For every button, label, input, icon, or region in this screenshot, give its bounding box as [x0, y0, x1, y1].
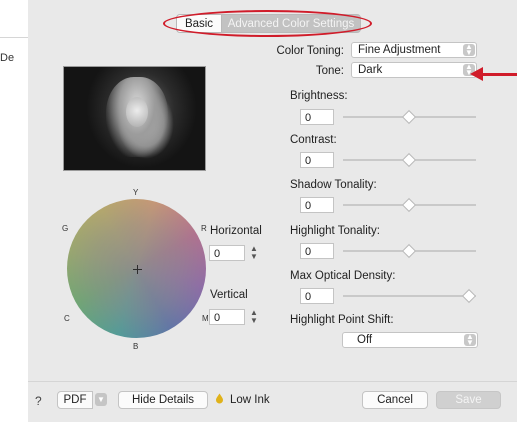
color-toning-popup[interactable]: Fine Adjustment ▲ ▼ [351, 42, 477, 58]
shadow-tonality-label: Shadow Tonality: [290, 179, 377, 191]
pdf-button[interactable]: PDF [57, 391, 93, 409]
max-optical-density-input[interactable]: 0 [300, 288, 334, 304]
highlight-point-shift-label: Highlight Point Shift: [290, 314, 394, 326]
ink-warning-icon [216, 393, 223, 404]
wheel-label-g: G [62, 224, 69, 233]
footer-divider [28, 381, 517, 382]
wheel-label-m: M [202, 314, 209, 323]
popup-arrows-icon: ▲ ▼ [463, 43, 475, 57]
brightness-input[interactable]: 0 [300, 109, 334, 125]
background-window-label: De [0, 52, 15, 64]
shadow-tonality-input[interactable]: 0 [300, 197, 334, 213]
low-ink-label[interactable]: Low Ink [230, 394, 270, 406]
tone-value: Dark [358, 64, 383, 76]
vertical-label: Vertical [210, 289, 248, 301]
color-wheel-crosshair[interactable] [133, 265, 142, 274]
brightness-label: Brightness: [290, 90, 348, 102]
highlight-point-shift-popup[interactable]: Off ▲ ▼ [342, 332, 478, 348]
highlight-tonality-input[interactable]: 0 [300, 243, 334, 259]
cancel-button[interactable]: Cancel [362, 391, 428, 409]
highlight-tonality-label: Highlight Tonality: [290, 225, 380, 237]
color-toning-value: Fine Adjustment [358, 44, 441, 56]
contrast-input[interactable]: 0 [300, 152, 334, 168]
vertical-stepper-icon[interactable]: ▲ ▼ [249, 309, 259, 325]
color-toning-label: Color Toning: [276, 45, 344, 57]
horizontal-label: Horizontal [210, 225, 262, 237]
tone-popup[interactable]: Dark ▲ ▼ [351, 62, 477, 78]
annotation-arrow-icon [470, 67, 483, 81]
max-optical-density-slider-track[interactable] [343, 295, 476, 297]
preview-face [126, 97, 148, 127]
tab-highlight-ellipse [163, 10, 372, 37]
wheel-label-c: C [64, 314, 70, 323]
preview-image [63, 66, 206, 171]
help-button[interactable]: ? [35, 394, 42, 408]
horizontal-input[interactable]: 0 [209, 245, 245, 261]
wheel-label-y: Y [133, 188, 139, 197]
wheel-label-b: B [133, 342, 139, 351]
horizontal-stepper-icon[interactable]: ▲ ▼ [249, 245, 259, 261]
popup-arrows-icon: ▲ ▼ [464, 333, 476, 347]
wheel-label-r: R [201, 224, 207, 233]
background-window-divider [0, 37, 28, 38]
pdf-menu-arrow-icon[interactable]: ▼ [95, 393, 107, 406]
hide-details-button[interactable]: Hide Details [118, 391, 208, 409]
tone-label: Tone: [315, 65, 344, 77]
save-button[interactable]: Save [436, 391, 501, 409]
max-optical-density-label: Max Optical Density: [290, 270, 396, 282]
contrast-label: Contrast: [290, 134, 337, 146]
vertical-input[interactable]: 0 [209, 309, 245, 325]
annotation-arrow-shaft [481, 73, 517, 76]
highlight-point-shift-value: Off [357, 334, 373, 346]
